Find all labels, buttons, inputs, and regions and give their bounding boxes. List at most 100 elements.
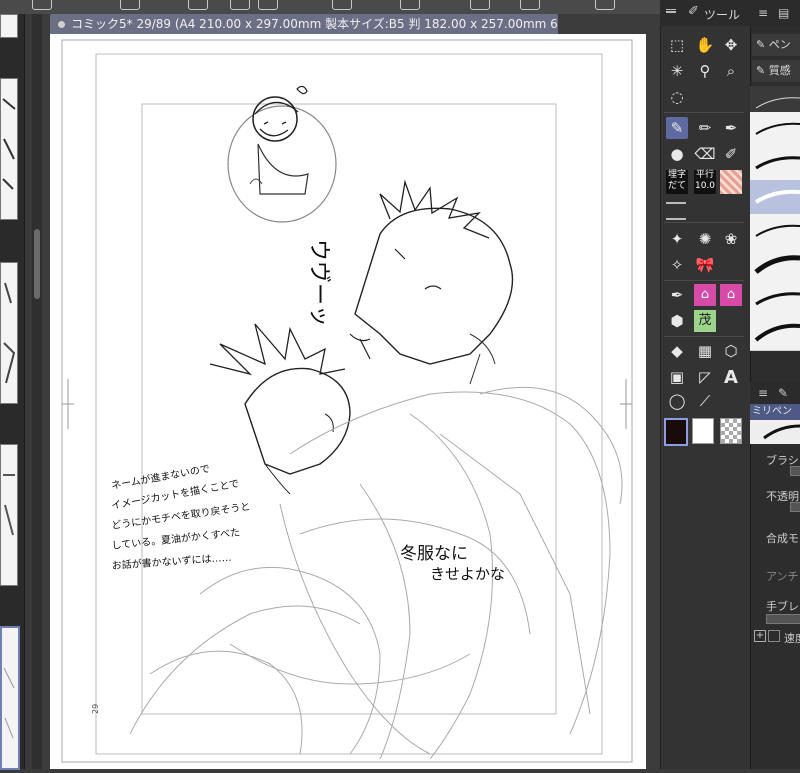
hand-icon[interactable]: ✋	[694, 34, 716, 56]
figure-icon[interactable]: ⬡	[720, 340, 742, 362]
burst-icon[interactable]: ✺	[694, 228, 716, 250]
brush-icon[interactable]: ✒	[720, 117, 742, 139]
brush-stroke-preview	[755, 224, 800, 237]
sub-color-swatch[interactable]	[692, 418, 714, 444]
menu-icon[interactable]	[666, 9, 676, 13]
eyedropper-icon[interactable]: ⚲	[694, 60, 716, 82]
svg-text:お話が書かないずには……: お話が書かないずには……	[111, 551, 232, 572]
property-tool-name: ミリペン	[750, 404, 800, 420]
unsaved-dot-icon	[58, 20, 65, 28]
brush-size-slider[interactable]	[790, 466, 800, 476]
brush-preset[interactable]	[750, 214, 800, 249]
transparent-color-swatch[interactable]	[720, 418, 742, 444]
stabilization-slider[interactable]	[766, 614, 800, 624]
brush-stroke-preview	[755, 156, 800, 170]
pen-tool-icon[interactable]: ✎	[666, 117, 688, 139]
brush-preset[interactable]	[750, 112, 800, 147]
frame-icon[interactable]: ▣	[666, 366, 688, 388]
toolbar-button[interactable]	[188, 0, 208, 10]
lasso-icon[interactable]: ◌	[666, 86, 688, 108]
thumbnail-sketch	[3, 474, 15, 536]
list-icon[interactable]	[666, 202, 686, 220]
menu-icon[interactable]: ≡	[758, 386, 768, 400]
brush-preset-selected[interactable]	[750, 180, 800, 215]
fill-icon[interactable]: ◆	[666, 340, 688, 362]
ruler-icon[interactable]: ◸	[694, 366, 716, 388]
custom-tool-kanji[interactable]: 埋字 だて	[666, 170, 688, 194]
toolbar-button[interactable]	[520, 0, 540, 10]
star-icon[interactable]: ✧	[666, 254, 688, 276]
brush-preset[interactable]	[750, 316, 800, 351]
eraser-icon[interactable]: ⌫	[694, 143, 716, 165]
pen-icon: ✎	[756, 38, 766, 51]
toolbar-button[interactable]	[258, 0, 278, 10]
gradient-icon[interactable]: ▦	[694, 340, 716, 362]
line-correction-icon[interactable]: ⟋	[694, 390, 716, 412]
thumbnail-scrollbar[interactable]	[32, 14, 42, 769]
pencil-icon[interactable]: ✏	[694, 117, 716, 139]
sub-tool-header: ≡ ▤	[750, 0, 800, 26]
house-pink-icon[interactable]: ⌂	[720, 284, 742, 306]
brush-tab-icon: ✐	[688, 4, 699, 19]
svg-text:している。夏油がかくすべた: している。夏油がかくすべた	[111, 526, 241, 552]
page-thumbnail[interactable]	[0, 78, 18, 220]
custom-tool-shigeru[interactable]: 茂	[694, 310, 716, 332]
sub-tool-group-texture[interactable]: ✎ 質感	[752, 60, 800, 82]
document-tab-title: コミック5* 29/89 (A4 210.00 x 297.00mm 製本サイズ…	[71, 17, 558, 31]
correction-icon[interactable]: ✐	[720, 143, 742, 165]
custom-tool-texture-icon[interactable]	[720, 170, 742, 194]
toolbar-button[interactable]	[32, 0, 52, 10]
move-icon[interactable]: ✥	[720, 34, 742, 56]
zoom-icon[interactable]: ⌕	[720, 60, 742, 82]
property-stroke-preview	[750, 420, 800, 444]
brush-stroke-preview	[754, 323, 800, 342]
checkbox[interactable]	[768, 630, 780, 642]
brush-preset[interactable]	[750, 282, 800, 317]
sub-tool-tab-icon[interactable]: ▤	[778, 6, 789, 20]
blend-icon[interactable]: ●	[666, 143, 688, 165]
custom-tool-parallel[interactable]: 平行 10.0	[694, 170, 716, 194]
sketch-text-vertical: ウヴーッ	[306, 239, 331, 327]
page-thumbnail[interactable]	[0, 444, 18, 586]
toolbar-button[interactable]	[230, 0, 250, 10]
bleed-guide	[61, 39, 633, 763]
brush-preset[interactable]	[750, 146, 800, 181]
document-tab[interactable]: コミック5* 29/89 (A4 210.00 x 297.00mm 製本サイズ…	[50, 14, 558, 34]
brush-preset[interactable]	[750, 248, 800, 283]
ribbon-icon[interactable]: 🎀	[694, 254, 716, 276]
sparkle-icon[interactable]: ✦	[666, 228, 688, 250]
layer-move-icon[interactable]: ⬚	[666, 34, 688, 56]
main-color-swatch[interactable]	[664, 418, 688, 446]
toolbar-button[interactable]	[400, 0, 420, 10]
page-number: 29	[91, 704, 100, 714]
expand-plus-icon[interactable]: +	[754, 630, 766, 642]
page-thumbnail[interactable]	[0, 262, 18, 404]
text-icon[interactable]: A	[720, 366, 742, 388]
menu-icon[interactable]: ≡	[758, 6, 768, 20]
sub-tool-group-label: 質感	[768, 64, 791, 77]
balloon-icon[interactable]: ◯	[666, 390, 688, 412]
house-pink-icon[interactable]: ⌂	[694, 284, 716, 306]
sub-tool-group-pen[interactable]: ✎ ペン	[752, 34, 800, 56]
scrollbar-grip[interactable]	[34, 229, 40, 299]
page-thumbnail[interactable]	[0, 14, 18, 38]
toolbar-button[interactable]	[595, 0, 615, 10]
property-antialias-label: アンチ	[766, 570, 799, 583]
flower-icon[interactable]: ❀	[720, 228, 742, 250]
cube-icon[interactable]: ⬢	[666, 310, 688, 332]
canvas-page[interactable]: ウヴーッ 冬服なに きせよかな ネームが進まないので イメージカットを描くことで…	[50, 34, 646, 769]
toolbar-button[interactable]	[470, 0, 490, 10]
property-tab-icon[interactable]: ✎	[778, 386, 788, 400]
stroke-preview-svg	[763, 424, 800, 440]
property-stabilization-label: 手ブレ	[766, 600, 799, 613]
thumbnail-sketch	[2, 98, 16, 190]
tool-tab-label[interactable]: ツール	[704, 6, 740, 23]
pen-nib-icon[interactable]: ✒	[666, 284, 688, 306]
toolbar-button[interactable]	[332, 0, 352, 10]
opacity-slider[interactable]	[790, 502, 800, 512]
toolbar-button[interactable]	[120, 0, 140, 10]
custom-tool-label: 平行	[695, 170, 714, 180]
page-thumbnail-panel	[0, 14, 25, 770]
auto-select-icon[interactable]: ✳	[666, 60, 688, 82]
page-thumbnail-selected[interactable]	[0, 626, 20, 770]
